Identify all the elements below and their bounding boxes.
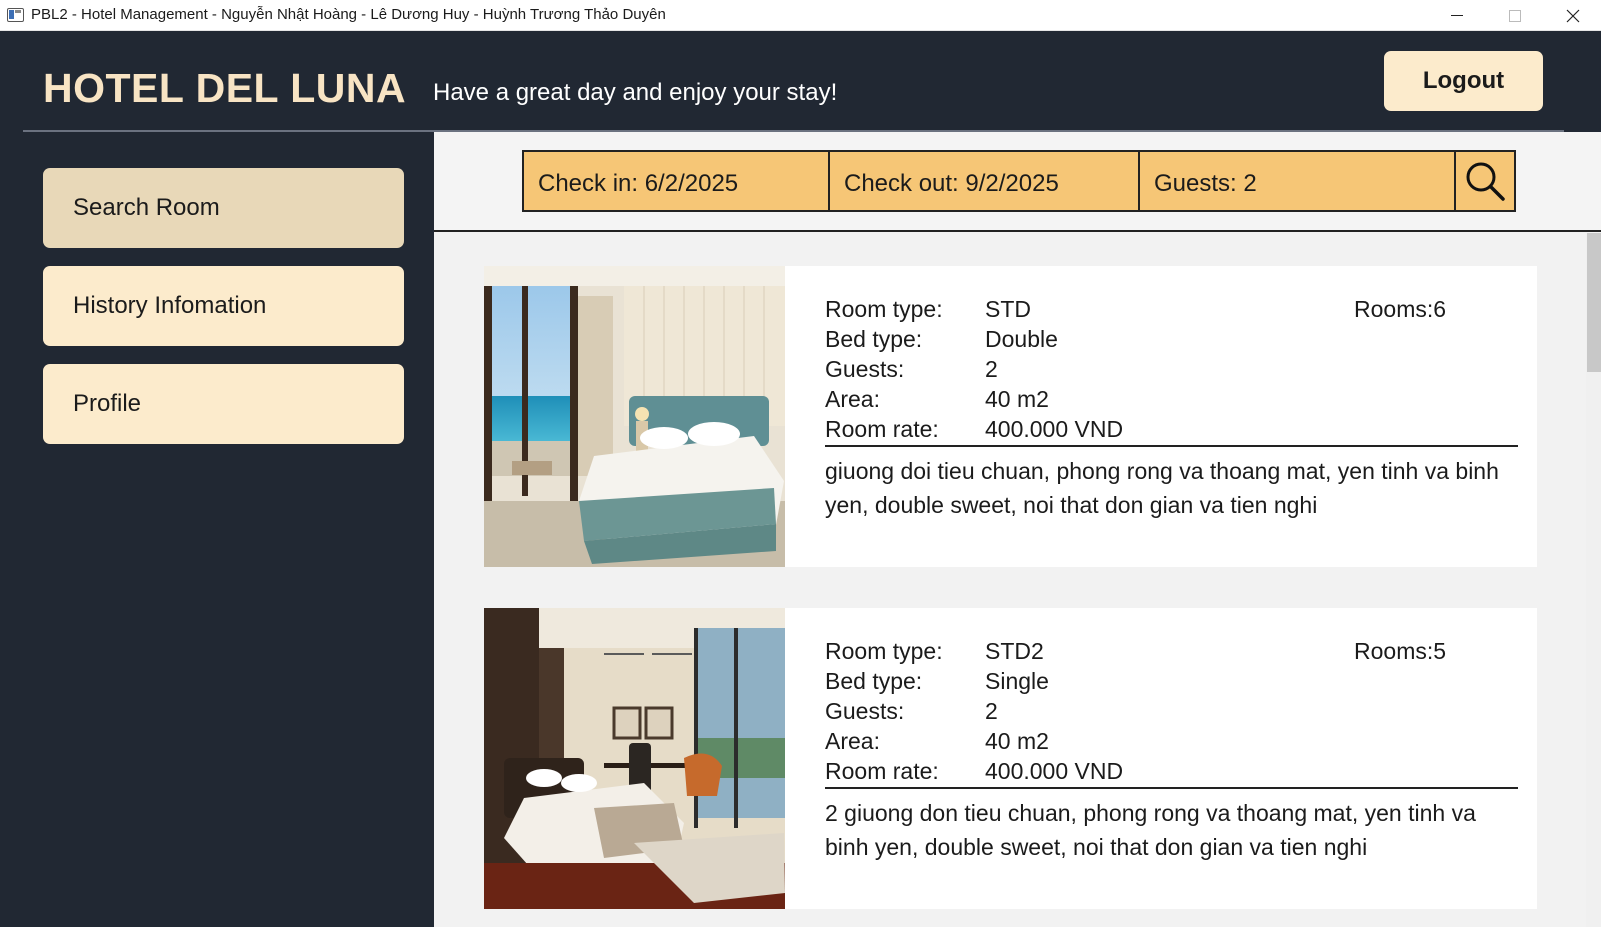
- sidebar-item-label: Search Room: [73, 194, 220, 221]
- check-out-field[interactable]: Check out: 9/2/2025: [828, 150, 1140, 212]
- close-icon: [1566, 9, 1580, 22]
- maximize-icon: [1509, 9, 1521, 22]
- window-title: PBL2 - Hotel Management - Nguyễn Nhật Ho…: [31, 6, 666, 23]
- sidebar-item-label: Profile: [73, 390, 142, 417]
- app-header: HOTEL DEL LUNA Have a great day and enjo…: [0, 31, 1601, 132]
- details-divider: [825, 787, 1518, 789]
- guests-value: 2: [985, 698, 998, 724]
- room-type-label: Room type:: [825, 638, 943, 664]
- sidebar-item-profile[interactable]: Profile: [43, 364, 404, 444]
- room-card[interactable]: Room type: STD Bed type: Double Guests: 2 A…: [484, 266, 1537, 567]
- area-label: Area:: [825, 386, 880, 412]
- check-in-field[interactable]: Check in: 6/2/2025: [522, 150, 830, 212]
- bed-type-label: Bed type:: [825, 326, 923, 352]
- guests-label: Guests:: [825, 698, 905, 724]
- area-value: 40 m2: [985, 386, 1049, 412]
- room-description: 2 giuong don tieu chuan, phong rong va t…: [825, 800, 1476, 860]
- guests-label: Guests:: [825, 356, 905, 382]
- rooms-available: Rooms:5: [1354, 638, 1447, 664]
- room-photo: [484, 266, 785, 567]
- welcome-tagline: Have a great day and enjoy your stay!: [433, 79, 838, 106]
- sidebar: Search Room History Infomation Profile: [0, 132, 434, 927]
- area-label: Area:: [825, 728, 880, 754]
- bed-type-label: Bed type:: [825, 668, 923, 694]
- minimize-icon: [1451, 15, 1463, 16]
- room-type-value: STD2: [985, 638, 1044, 664]
- guests-value: 2: [985, 356, 998, 382]
- close-button[interactable]: [1544, 0, 1601, 31]
- logout-button[interactable]: Logout: [1384, 51, 1543, 111]
- room-rate-label: Room rate:: [825, 416, 939, 442]
- room-card[interactable]: Room type: STD2 Bed type: Single Guests: 2 …: [484, 608, 1537, 909]
- search-icon: [1466, 162, 1505, 201]
- room-rate-value: 400.000 VND: [985, 416, 1124, 442]
- room-rate-value: 400.000 VND: [985, 758, 1124, 784]
- sidebar-item-search-room[interactable]: Search Room: [43, 168, 404, 248]
- room-description: giuong doi tieu chuan, phong rong va tho…: [825, 458, 1499, 518]
- room-type-value: STD: [985, 296, 1031, 322]
- rooms-available: Rooms:6: [1354, 296, 1447, 322]
- room-type-label: Room type:: [825, 296, 943, 322]
- search-button[interactable]: [1454, 150, 1516, 212]
- bed-type-value: Double: [985, 326, 1058, 352]
- guests-field[interactable]: Guests: 2: [1138, 150, 1456, 212]
- brand-title: HOTEL DEL LUNA: [43, 65, 407, 111]
- sidebar-item-label: History Infomation: [73, 292, 267, 319]
- minimize-button[interactable]: [1428, 0, 1486, 31]
- bed-type-value: Single: [985, 668, 1049, 694]
- sidebar-item-history[interactable]: History Infomation: [43, 266, 404, 346]
- details-divider: [825, 445, 1518, 447]
- search-bar: Check in: 6/2/2025 Check out: 9/2/2025 G…: [434, 132, 1601, 232]
- app-icon: [7, 8, 24, 22]
- window-titlebar: PBL2 - Hotel Management - Nguyễn Nhật Ho…: [0, 0, 1601, 31]
- area-value: 40 m2: [985, 728, 1049, 754]
- scrollbar-thumb[interactable]: [1587, 233, 1601, 372]
- room-photo: [484, 608, 785, 909]
- room-rate-label: Room rate:: [825, 758, 939, 784]
- maximize-button[interactable]: [1486, 0, 1544, 31]
- main-content: Check in: 6/2/2025 Check out: 9/2/2025 G…: [434, 132, 1601, 927]
